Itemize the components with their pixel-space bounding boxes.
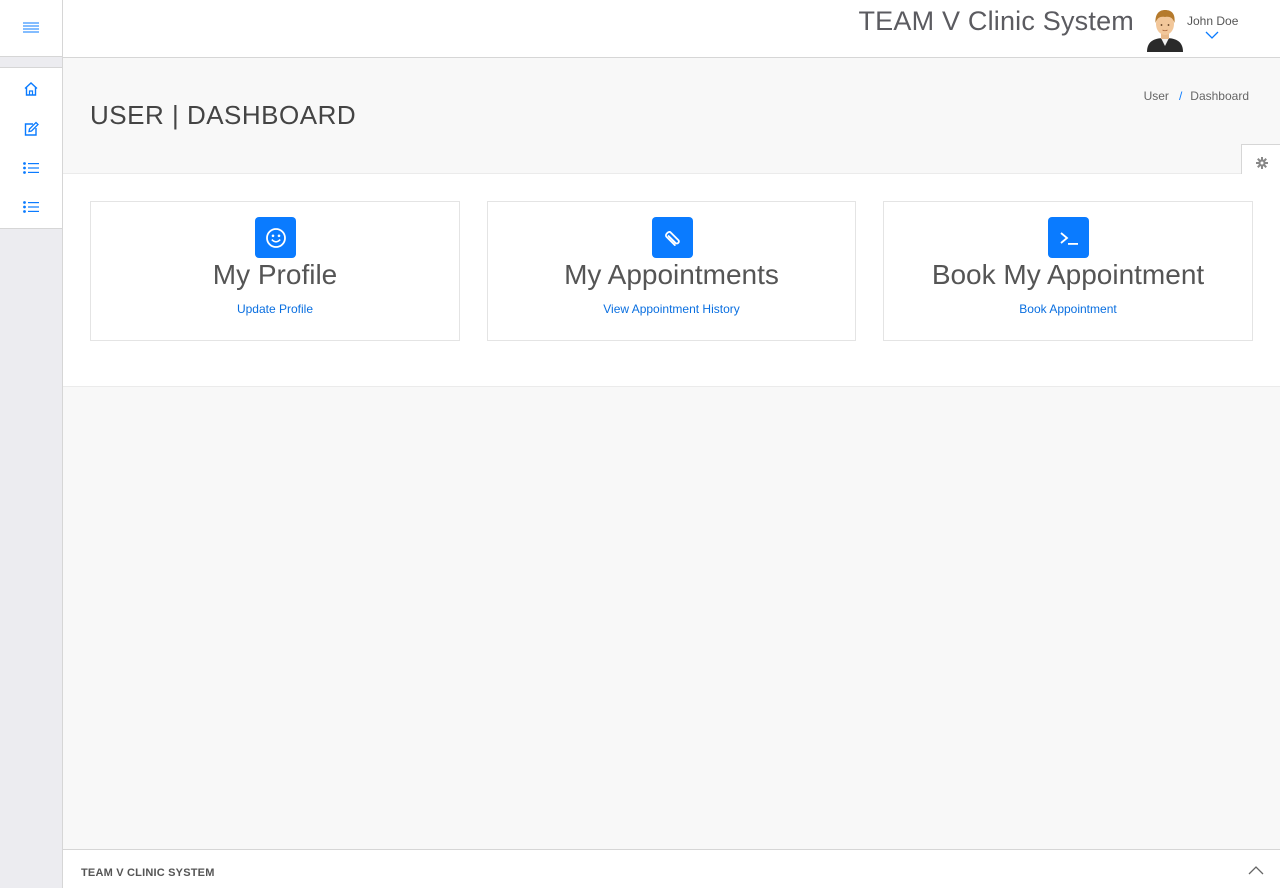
sidebar-item-list-2[interactable] xyxy=(0,187,62,227)
page-title: USER | DASHBOARD xyxy=(90,100,357,130)
topbar: TEAM V Clinic System John Doe xyxy=(63,0,1280,58)
user-name[interactable]: John Doe xyxy=(1187,14,1238,28)
footer-text: TEAM V CLINIC SYSTEM xyxy=(81,867,215,879)
sidebar-item-list-1[interactable] xyxy=(0,148,62,188)
page-header: USER | DASHBOARD User / Dashboard xyxy=(63,58,1280,174)
paperclip-icon xyxy=(665,230,680,246)
sidebar-item-home[interactable] xyxy=(0,69,62,109)
card-title: My Profile xyxy=(212,259,338,290)
card-book-my-appointment: Book My Appointment Book Appointment xyxy=(883,201,1253,341)
dashboard-cards: My Profile Update Profile My Appointment… xyxy=(63,174,1280,387)
user-avatar[interactable] xyxy=(1145,8,1185,52)
edit-icon xyxy=(24,121,39,136)
update-profile-link[interactable]: Update Profile xyxy=(91,302,459,316)
card-icon-box xyxy=(255,217,296,258)
card-title: My Appointments xyxy=(564,259,779,290)
breadcrumb-separator: / xyxy=(1178,89,1183,103)
app-title: TEAM V Clinic System xyxy=(858,6,1134,36)
list-icon xyxy=(23,201,39,213)
hamburger-icon[interactable] xyxy=(23,22,39,34)
chevron-up-icon[interactable] xyxy=(1248,864,1264,876)
breadcrumb: User / Dashboard xyxy=(1144,89,1249,103)
home-icon xyxy=(24,82,38,96)
breadcrumb-item-dashboard: Dashboard xyxy=(1190,89,1249,103)
view-appointment-history-link[interactable]: View Appointment History xyxy=(488,302,855,316)
gear-icon xyxy=(1255,157,1268,169)
card-my-appointments: My Appointments View Appointment History xyxy=(487,201,856,341)
breadcrumb-item-user[interactable]: User xyxy=(1144,89,1169,103)
book-appointment-link[interactable]: Book Appointment xyxy=(884,302,1252,316)
sidebar xyxy=(0,0,63,888)
card-my-profile: My Profile Update Profile xyxy=(90,201,460,341)
card-title: Book My Appointment xyxy=(931,259,1205,290)
list-icon xyxy=(23,162,39,174)
smiley-icon xyxy=(265,227,286,248)
chevron-down-icon[interactable] xyxy=(1205,30,1219,40)
footer: TEAM V CLINIC SYSTEM xyxy=(63,849,1280,888)
terminal-icon xyxy=(1059,231,1078,245)
sidebar-item-edit[interactable] xyxy=(0,109,62,149)
card-icon-box xyxy=(1048,217,1089,258)
sidebar-toggle[interactable] xyxy=(0,0,62,57)
card-icon-box xyxy=(651,217,693,258)
sidebar-menu xyxy=(0,67,62,229)
